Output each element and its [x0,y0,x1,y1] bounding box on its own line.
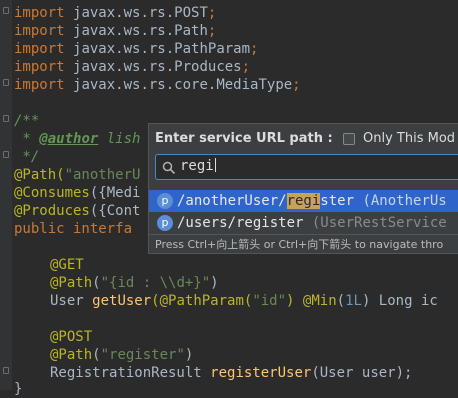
fold-marker-icon[interactable] [3,115,9,122]
closing-brace-line: } [14,381,23,397]
fold-marker-icon[interactable] [3,7,9,14]
import-line: import javax.ws.rs.Path; [14,23,217,39]
service-url-popup: Enter service URL path : Only This Mod r… [148,123,458,254]
fold-marker-icon[interactable] [3,367,9,374]
fold-marker-icon[interactable] [3,79,9,86]
path-icon: p [157,215,173,231]
path-icon: p [157,193,173,209]
interface-declaration-line: public interfa [14,221,133,237]
path-id-annotation-line: @Path("{id : \\d+}") [50,275,219,291]
text-caret [214,158,216,172]
url-search-input[interactable]: regi [155,154,458,180]
editor-gutter [0,0,12,390]
only-this-module-label[interactable]: Only This Mod [363,131,455,146]
search-query: regi [180,158,216,174]
produces-annotation-line: @Produces({Cont [14,203,141,219]
fold-marker-icon[interactable] [3,151,9,158]
popup-header: Enter service URL path : Only This Mod [149,124,458,154]
result-path: /users/register (UserRestService [177,215,447,231]
import-line: import javax.ws.rs.PathParam; [14,41,259,57]
result-path: /anotherUser/register (AnotherUs [177,193,447,209]
doc-author-line: * @author lish [14,131,141,147]
path-annotation-line: @Path("anotherU [14,167,141,183]
only-this-module-checkbox[interactable] [343,133,355,145]
doc-comment-open: /** [14,113,40,129]
doc-comment-close: */ [14,149,40,165]
popup-footer-hint: Press Ctrl+向上箭头 or Ctrl+向下箭头 to navigate… [149,234,458,254]
import-line: import javax.ws.rs.Produces; [14,59,251,75]
result-item-another-user-register[interactable]: p /anotherUser/register (AnotherUs [149,190,458,212]
get-annotation-line: @GET [50,257,84,273]
path-register-annotation-line: @Path("register") [50,347,194,363]
popup-title: Enter service URL path : [155,131,333,146]
post-annotation-line: @POST [50,329,93,345]
result-item-users-register[interactable]: p /users/register (UserRestService [149,212,458,234]
get-user-method-line: User getUser(@PathParam("id") @Min(1L) L… [50,293,438,309]
search-icon [162,161,176,175]
import-line: import javax.ws.rs.POST; [14,5,217,21]
import-line: import javax.ws.rs.core.MediaType; [14,77,301,93]
register-user-method-line: RegistrationResult registerUser(User use… [50,365,413,381]
consumes-annotation-line: @Consumes({Medi [14,185,141,201]
